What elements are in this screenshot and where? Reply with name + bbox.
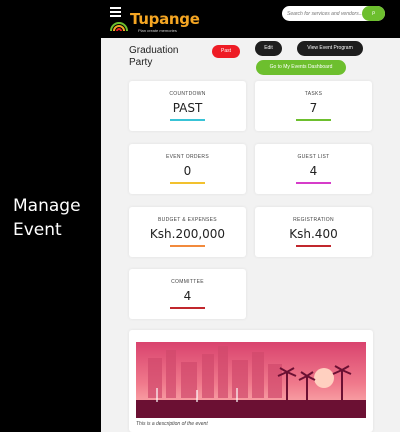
status-badge: Past (212, 45, 240, 58)
card-value: 4 (183, 289, 192, 303)
card-accent-bar (170, 307, 205, 309)
caption-line-2: Event (13, 220, 62, 240)
edit-button[interactable]: Edit (255, 41, 282, 56)
search-input[interactable] (282, 6, 362, 21)
manage-event-caption: Manage Event (13, 194, 81, 242)
card-value: 4 (309, 164, 318, 178)
registration-card[interactable]: REGISTRATION Ksh.400 (255, 207, 372, 257)
card-value: PAST (172, 101, 203, 115)
card-value: 7 (309, 101, 318, 115)
event-title-line-1: Graduation (129, 45, 179, 56)
event-orders-card[interactable]: EVENT ORDERS 0 (129, 144, 246, 194)
top-navbar: Tupange Plan create memories ρ (101, 0, 400, 38)
event-description: This is a description of the event (136, 421, 208, 427)
card-accent-bar (170, 182, 205, 184)
card-value: 0 (183, 164, 192, 178)
card-label: COMMITTEE (171, 279, 204, 285)
logo-tagline: Plan create memories (138, 28, 177, 33)
countdown-card[interactable]: COUNTDOWN PAST (129, 81, 246, 131)
card-accent-bar (296, 245, 331, 247)
card-label: EVENT ORDERS (166, 154, 209, 160)
event-title: Graduation Party (129, 45, 178, 69)
app-screen: Tupange Plan create memories ρ Graduatio… (101, 0, 400, 432)
card-label: BUDGET & EXPENSES (158, 217, 217, 223)
card-label: COUNTDOWN (169, 91, 206, 97)
search-button[interactable]: ρ (362, 6, 385, 21)
card-accent-bar (296, 119, 331, 121)
card-label: REGISTRATION (293, 217, 334, 223)
search-bar: ρ (282, 6, 385, 21)
caption-line-1: Manage (13, 196, 81, 216)
budget-expenses-card[interactable]: BUDGET & EXPENSES Ksh.200,000 (129, 207, 246, 257)
event-image-card: This is a description of the event (129, 330, 373, 432)
event-image (136, 342, 366, 418)
card-value: Ksh.200,000 (149, 227, 226, 241)
guest-list-card[interactable]: GUEST LIST 4 (255, 144, 372, 194)
event-title-line-2: Party (129, 57, 153, 68)
card-accent-bar (296, 182, 331, 184)
card-label: GUEST LIST (297, 154, 330, 160)
card-value: Ksh.400 (289, 227, 338, 241)
view-event-program-button[interactable]: View Event Program (297, 41, 363, 56)
card-accent-bar (170, 245, 205, 247)
logo-icon (110, 22, 128, 32)
logo-text: Tupange (130, 10, 200, 28)
card-label: TASKS (304, 91, 323, 97)
tasks-card[interactable]: TASKS 7 (255, 81, 372, 131)
card-accent-bar (170, 119, 205, 121)
events-dashboard-button[interactable]: Go to My Events Dashboard (256, 60, 346, 75)
committee-card[interactable]: COMMITTEE 4 (129, 269, 246, 319)
